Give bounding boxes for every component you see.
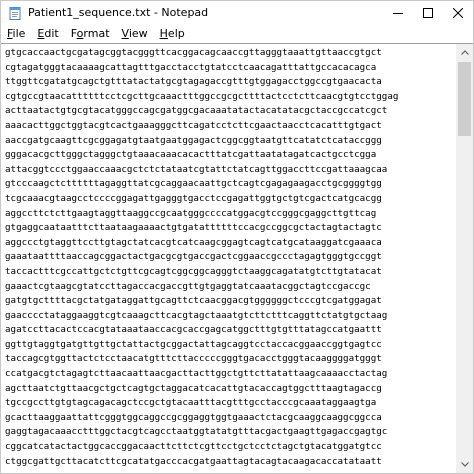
text-line: attacggtccctggaaccaaacgctctctataatcgtatt… [5,163,388,175]
title-bar[interactable]: Patient1_sequence.txt - Notepad [1,1,473,24]
menu-bar: File Edit Format View Help [1,24,473,43]
text-line: gaggtagacaaacctttggctacgtcagcctaatggtata… [5,426,388,438]
text-line: aggccttctcttgaagtaggttaaggccgcaatgggcccc… [5,207,377,219]
text-line: gggacacgcttgggctagggctgtaaacaaacacacttta… [5,149,377,161]
scroll-down-button[interactable] [456,456,473,473]
text-line: cgtagatgggtacaaaagcattagtttgacctacctgtat… [5,61,377,73]
text-line: cggcatcatactactggcaccggacaacttcttctcgttc… [5,441,382,453]
text-line: tgccgccttgtgtagcagacagctccgctgtacaatttac… [5,397,377,409]
window-title: Patient1_sequence.txt - Notepad [28,6,209,19]
text-content[interactable]: gtgcaccaactgcgatagcggtacgggttcacggacagca… [5,46,454,472]
maximize-icon [423,7,433,18]
text-line: cgtgccgtaacattttttcctcgcttgcaaactttggccg… [5,90,399,102]
minimize-icon [393,12,403,14]
text-line: gaaataattttaaccagcggactactgacgcgtgaccgac… [5,251,382,263]
notepad-window: Patient1_sequence.txt - Notepad File Edi… [0,0,474,474]
text-line: tcgcaaacgtaagcctccccggagattgagggtgacctcc… [5,192,382,204]
text-line: gaaactcgtaagcgtatccttagaccacgaccgttgtgag… [5,280,371,292]
text-line: agcttaatctgttaacgctgctcagtgctaggacatcaca… [5,382,382,394]
text-line: acttaatactgtgcgtacatgggccagcgatggcgacaaa… [5,105,388,117]
scrollbar-thumb[interactable] [458,62,471,136]
menu-view[interactable]: View [116,24,154,43]
text-line: taccactttcgccattgctctgttcgcagtcggcggcagg… [5,265,382,277]
text-line: aaacacttggctggtacgtcactgaaagggcttcagatcc… [5,119,382,131]
menu-format[interactable]: Format [65,24,116,43]
text-line: gaacccctataggaaggtcgtcaaagcttcacgtagctaa… [5,309,388,321]
text-line: ctggcgattgcttacatcttcgcatatgacccacgatgaa… [5,455,382,467]
text-line: ccatgacgtctagagtcttaacaattaacgacttacttgg… [5,368,388,380]
text-line: gtgaggcaataatttcttaataagaaaactgtgatatttt… [5,222,382,234]
vertical-scrollbar[interactable] [456,44,473,473]
text-editor[interactable]: gtgcaccaactgcgatagcggtacgggttcacggacagca… [1,43,473,473]
text-line: aggccctgtaggttccttgtagctatcacgtcatcaagcg… [5,236,382,248]
text-line: ttggttcgatatgcagctgtttatactatgcgtagagacc… [5,76,382,88]
menu-help[interactable]: Help [154,24,191,43]
text-line: aaccgatgcaagttcgcggagatgtaatgaatggagactc… [5,134,382,146]
close-icon [453,7,463,18]
text-line: agatccttacactccacgtataaataaccacgcaccgagc… [5,324,382,336]
window-controls [383,1,473,24]
maximize-button[interactable] [413,1,443,24]
menu-edit[interactable]: Edit [31,24,64,43]
chevron-down-icon [460,462,469,467]
text-line: ggttgtaggtgatgttgttgctattactgcggactattag… [5,338,382,350]
scroll-up-button[interactable] [456,44,473,61]
text-line: taccagcgtggttactctcctaacatgtttcttacccccg… [5,353,382,365]
text-line: gatgtgcttttacgctatgataggattgcagttctcaacg… [5,295,382,307]
text-line: gcacttaaggaattattcgggtggcaggccgcggaggtgg… [5,411,382,423]
close-button[interactable] [443,1,473,24]
text-line: gtcccaagctcttttttagaggttatcgcaggaacaattg… [5,178,382,190]
minimize-button[interactable] [383,1,413,24]
text-line: gtgcaccaactgcgatagcggtacgggttcacggacagca… [5,47,382,58]
chevron-up-icon [460,50,469,55]
notepad-icon [8,6,22,20]
menu-file[interactable]: File [1,24,31,43]
